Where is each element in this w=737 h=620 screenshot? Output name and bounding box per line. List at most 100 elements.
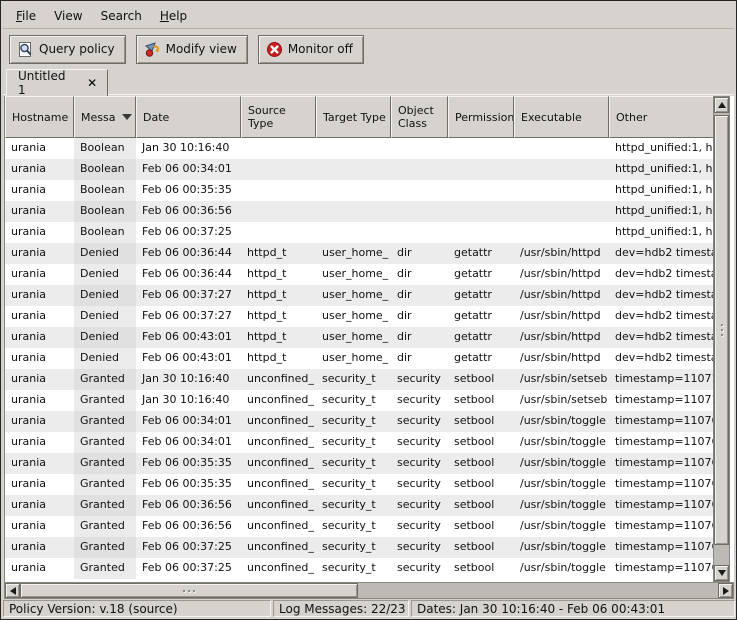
cell-message: Granted — [74, 474, 136, 495]
cell-target-type: security_t — [316, 537, 391, 558]
cell-source-type: unconfined_ — [241, 432, 316, 453]
column-header-date[interactable]: Date — [136, 96, 241, 138]
cell-message: Denied — [74, 264, 136, 285]
table-row[interactable]: uraniaDeniedFeb 06 00:36:44httpd_tuser_h… — [5, 243, 717, 264]
menu-file[interactable]: File — [7, 6, 45, 26]
menu-view[interactable]: View — [45, 6, 91, 26]
cell-target-type: security_t — [316, 474, 391, 495]
cell-permission — [448, 180, 514, 201]
table-row[interactable]: uraniaDeniedFeb 06 00:43:01httpd_tuser_h… — [5, 327, 717, 348]
table-row[interactable]: uraniaBooleanJan 30 10:16:40httpd_unifie… — [5, 138, 717, 159]
cell-message: Denied — [74, 285, 136, 306]
vertical-scrollbar[interactable] — [713, 96, 730, 582]
cell-object-class: security — [391, 390, 448, 411]
column-header-hostname[interactable]: Hostname — [5, 96, 74, 138]
column-header-other[interactable]: Other — [609, 96, 717, 138]
column-header-permission[interactable]: Permission — [448, 96, 514, 138]
cell-date: Feb 06 00:36:44 — [136, 243, 241, 264]
toolbar: Query policy Modify view Monitor off — [3, 31, 734, 67]
cell-object-class: dir — [391, 243, 448, 264]
dates-panel: Dates: Jan 30 10:16:40 - Feb 06 00:43:01 — [411, 600, 735, 617]
horizontal-scrollbar[interactable] — [4, 582, 734, 599]
cell-executable — [514, 180, 609, 201]
table-row[interactable]: uraniaBooleanFeb 06 00:36:56httpd_unifie… — [5, 201, 717, 222]
cell-permission — [448, 222, 514, 243]
cell-executable — [514, 138, 609, 159]
cell-source-type: unconfined_ — [241, 558, 316, 579]
table-row[interactable]: uraniaGrantedFeb 06 00:37:25unconfined_s… — [5, 537, 717, 558]
cell-target-type: security_t — [316, 495, 391, 516]
scroll-left-button[interactable] — [5, 583, 20, 598]
column-header-message[interactable]: Messa — [74, 96, 136, 138]
scroll-right-button[interactable] — [718, 583, 733, 598]
cell-date: Jan 30 10:16:40 — [136, 138, 241, 159]
table-row[interactable]: uraniaGrantedFeb 06 00:35:35unconfined_s… — [5, 453, 717, 474]
cell-permission: getattr — [448, 285, 514, 306]
modify-view-button[interactable]: Modify view — [136, 35, 248, 64]
table-row[interactable]: uraniaGrantedJan 30 10:16:40unconfined_s… — [5, 390, 717, 411]
table-row[interactable]: uraniaGrantedJan 30 10:16:40unconfined_s… — [5, 369, 717, 390]
table-row[interactable]: uraniaGrantedFeb 06 00:36:56unconfined_s… — [5, 495, 717, 516]
modify-view-icon — [144, 41, 161, 58]
cell-date: Feb 06 00:35:35 — [136, 453, 241, 474]
column-header-source-type[interactable]: Source Type — [241, 96, 316, 138]
cell-source-type: unconfined_ — [241, 411, 316, 432]
monitor-off-button[interactable]: Monitor off — [258, 35, 364, 64]
table-row[interactable]: uraniaGrantedFeb 06 00:34:01unconfined_s… — [5, 432, 717, 453]
horizontal-scrollbar-thumb[interactable] — [20, 583, 358, 598]
close-icon[interactable]: ✕ — [83, 74, 101, 92]
cell-executable: /usr/sbin/setseb — [514, 390, 609, 411]
table-row[interactable]: uraniaBooleanFeb 06 00:35:35httpd_unifie… — [5, 180, 717, 201]
cell-hostname: urania — [5, 495, 74, 516]
dates-text: Dates: Jan 30 10:16:40 - Feb 06 00:43:01 — [417, 602, 665, 616]
table-row[interactable]: uraniaDeniedFeb 06 00:36:44httpd_tuser_h… — [5, 264, 717, 285]
cell-other: timestamp=11076 — [609, 516, 717, 537]
table-row[interactable]: uraniaGrantedFeb 06 00:35:35unconfined_s… — [5, 474, 717, 495]
cell-target-type: security_t — [316, 558, 391, 579]
cell-target-type — [316, 159, 391, 180]
grip-dot — [183, 590, 185, 592]
cell-message: Granted — [74, 390, 136, 411]
cell-object-class — [391, 180, 448, 201]
app-window: FileViewSearchHelp Query policy Modi — [0, 0, 737, 620]
column-header-target-type[interactable]: Target Type — [316, 96, 391, 138]
cell-object-class: security — [391, 558, 448, 579]
cell-executable: /usr/sbin/toggle — [514, 495, 609, 516]
cell-hostname: urania — [5, 264, 74, 285]
table-row[interactable]: uraniaGrantedFeb 06 00:34:01unconfined_s… — [5, 411, 717, 432]
menu-search[interactable]: Search — [92, 6, 151, 26]
cell-source-type: unconfined_ — [241, 516, 316, 537]
cell-date: Feb 06 00:37:27 — [136, 285, 241, 306]
scroll-down-button[interactable] — [714, 565, 729, 581]
cell-date: Feb 06 00:37:25 — [136, 537, 241, 558]
scroll-up-button[interactable] — [714, 97, 729, 113]
column-header-executable[interactable]: Executable — [514, 96, 609, 138]
arrow-right-icon — [723, 587, 729, 595]
cell-hostname: urania — [5, 159, 74, 180]
cell-date: Feb 06 00:35:35 — [136, 474, 241, 495]
log-messages-panel: Log Messages: 22/23 — [273, 600, 409, 617]
cell-executable: /usr/sbin/toggle — [514, 516, 609, 537]
table-row[interactable]: uraniaDeniedFeb 06 00:37:27httpd_tuser_h… — [5, 306, 717, 327]
cell-other: timestamp=11076 — [609, 495, 717, 516]
cell-permission: setbool — [448, 537, 514, 558]
table-row[interactable]: uraniaBooleanFeb 06 00:34:01httpd_unifie… — [5, 159, 717, 180]
cell-hostname: urania — [5, 138, 74, 159]
table-row[interactable]: uraniaDeniedFeb 06 00:43:01httpd_tuser_h… — [5, 348, 717, 369]
table-row[interactable]: uraniaGrantedFeb 06 00:36:56unconfined_s… — [5, 516, 717, 537]
menu-help[interactable]: Help — [151, 6, 196, 26]
vertical-scrollbar-thumb[interactable] — [714, 115, 729, 545]
cell-target-type: user_home_ — [316, 348, 391, 369]
table-row[interactable]: uraniaDeniedFeb 06 00:37:27httpd_tuser_h… — [5, 285, 717, 306]
table-row[interactable]: uraniaBooleanFeb 06 00:37:25httpd_unifie… — [5, 222, 717, 243]
cell-permission: setbool — [448, 369, 514, 390]
cell-executable: /usr/sbin/httpd — [514, 285, 609, 306]
query-policy-button[interactable]: Query policy — [9, 35, 126, 64]
grip-dot — [721, 334, 723, 336]
column-header-object-class[interactable]: Object Class — [391, 96, 448, 138]
table-row[interactable]: uraniaGrantedFeb 06 00:37:25unconfined_s… — [5, 558, 717, 579]
cell-message: Granted — [74, 516, 136, 537]
cell-hostname: urania — [5, 327, 74, 348]
cell-message: Denied — [74, 327, 136, 348]
tab-untitled-1[interactable]: Untitled 1 ✕ — [6, 69, 108, 96]
